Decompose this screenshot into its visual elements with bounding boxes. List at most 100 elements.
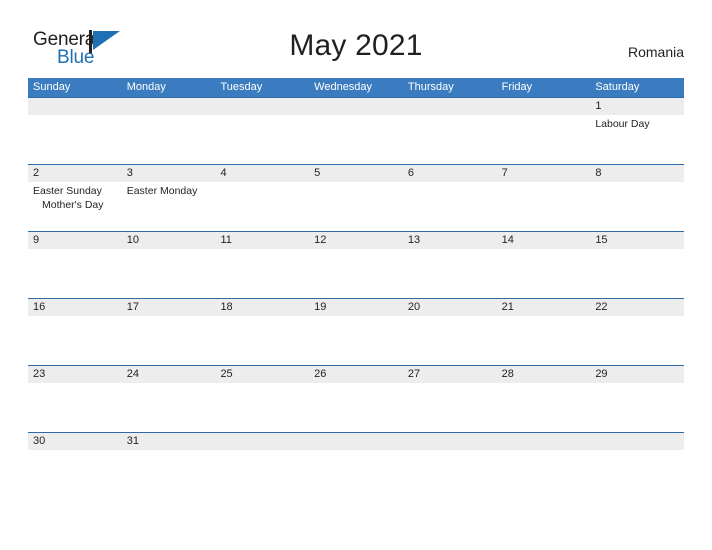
- day-number-11[interactable]: 11: [215, 232, 309, 249]
- day-number-empty: [309, 433, 403, 450]
- day-cell-7[interactable]: [497, 182, 591, 231]
- day-cell-27[interactable]: [403, 383, 497, 432]
- day-cell-30[interactable]: [28, 450, 122, 466]
- day-number-31[interactable]: 31: [122, 433, 216, 450]
- day-number-15[interactable]: 15: [590, 232, 684, 249]
- day-number-10[interactable]: 10: [122, 232, 216, 249]
- day-number-empty: [215, 98, 309, 115]
- day-cell-13[interactable]: [403, 249, 497, 298]
- day-number-14[interactable]: 14: [497, 232, 591, 249]
- day-number-12[interactable]: 12: [309, 232, 403, 249]
- day-number-22[interactable]: 22: [590, 299, 684, 316]
- day-number-29[interactable]: 29: [590, 366, 684, 383]
- weekday-header-row: Sunday Monday Tuesday Wednesday Thursday Frid…: [28, 78, 684, 97]
- day-number-8[interactable]: 8: [590, 165, 684, 182]
- day-number-27[interactable]: 27: [403, 366, 497, 383]
- day-number-28[interactable]: 28: [497, 366, 591, 383]
- day-number-30[interactable]: 30: [28, 433, 122, 450]
- day-cell-empty: [403, 115, 497, 164]
- day-cell-2[interactable]: Easter Sunday Mother's Day: [28, 182, 122, 231]
- weekday-header-friday: Friday: [501, 81, 533, 93]
- day-number-26[interactable]: 26: [309, 366, 403, 383]
- day-number-23[interactable]: 23: [28, 366, 122, 383]
- weekday-header-sunday: Sunday: [33, 81, 71, 93]
- week-daynumber-band: 23 24 25 26 27 28 29: [28, 366, 684, 383]
- day-number-20[interactable]: 20: [403, 299, 497, 316]
- day-cell-12[interactable]: [309, 249, 403, 298]
- weekday-header-tuesday: Tuesday: [220, 81, 263, 93]
- week-events-band: [28, 249, 684, 298]
- day-number-25[interactable]: 25: [215, 366, 309, 383]
- day-cell-24[interactable]: [122, 383, 216, 432]
- day-cell-31[interactable]: [122, 450, 216, 466]
- day-cell-19[interactable]: [309, 316, 403, 365]
- day-cell-5[interactable]: [309, 182, 403, 231]
- day-cell-6[interactable]: [403, 182, 497, 231]
- day-cell-16[interactable]: [28, 316, 122, 365]
- day-number-6[interactable]: 6: [403, 165, 497, 182]
- day-cell-empty: [215, 450, 309, 466]
- day-number-empty: [403, 98, 497, 115]
- day-cell-28[interactable]: [497, 383, 591, 432]
- day-cell-11[interactable]: [215, 249, 309, 298]
- day-cell-10[interactable]: [122, 249, 216, 298]
- day-number-5[interactable]: 5: [309, 165, 403, 182]
- day-cell-26[interactable]: [309, 383, 403, 432]
- day-number-empty: [497, 98, 591, 115]
- day-number-empty: [590, 433, 684, 450]
- day-number-4[interactable]: 4: [215, 165, 309, 182]
- page-title: May 2021: [289, 29, 423, 62]
- day-number-24[interactable]: 24: [122, 366, 216, 383]
- day-number-9[interactable]: 9: [28, 232, 122, 249]
- day-cell-29[interactable]: [590, 383, 684, 432]
- calendar-grid: Sunday Monday Tuesday Wednesday Thursday Frid…: [28, 78, 684, 466]
- week-daynumber-band: 30 31: [28, 433, 684, 450]
- day-number-19[interactable]: 19: [309, 299, 403, 316]
- holiday-label: Mother's Day: [42, 199, 104, 211]
- weekday-header-saturday: Saturday: [595, 81, 640, 93]
- day-number-13[interactable]: 13: [403, 232, 497, 249]
- day-cell-25[interactable]: [215, 383, 309, 432]
- week-daynumber-band: 1: [28, 98, 684, 115]
- day-number-18[interactable]: 18: [215, 299, 309, 316]
- day-cell-22[interactable]: [590, 316, 684, 365]
- day-number-empty: [309, 98, 403, 115]
- day-cell-20[interactable]: [403, 316, 497, 365]
- day-cell-17[interactable]: [122, 316, 216, 365]
- day-number-17[interactable]: 17: [122, 299, 216, 316]
- day-cell-14[interactable]: [497, 249, 591, 298]
- day-number-empty: [122, 98, 216, 115]
- day-cell-23[interactable]: [28, 383, 122, 432]
- day-number-21[interactable]: 21: [497, 299, 591, 316]
- day-cell-empty: [497, 450, 591, 466]
- weekday-header-monday: Monday: [126, 81, 166, 93]
- calendar-page: General Blue May 2021 Romania Sunday Mond…: [0, 0, 712, 550]
- day-cell-8[interactable]: [590, 182, 684, 231]
- day-cell-empty: [590, 450, 684, 466]
- day-cell-3[interactable]: Easter Monday: [122, 182, 216, 231]
- calendar-week-row: 30 31: [28, 432, 684, 466]
- calendar-week-row: 1 Labour Day: [28, 97, 684, 164]
- day-cell-empty: [122, 115, 216, 164]
- day-number-1[interactable]: 1: [590, 98, 684, 115]
- day-number-2[interactable]: 2: [28, 165, 122, 182]
- day-number-empty: [403, 433, 497, 450]
- day-cell-15[interactable]: [590, 249, 684, 298]
- country-label: Romania: [627, 44, 684, 60]
- day-cell-18[interactable]: [215, 316, 309, 365]
- weekday-header-wednesday: Wednesday: [314, 81, 373, 93]
- holiday-label: Easter Monday: [126, 185, 198, 197]
- day-cell-empty: [28, 115, 122, 164]
- day-number-3[interactable]: 3: [122, 165, 216, 182]
- week-daynumber-band: 2345678: [28, 165, 684, 182]
- calendar-week-row: 9 10 11 12 13 14 15: [28, 231, 684, 298]
- day-cell-4[interactable]: [215, 182, 309, 231]
- week-events-band: [28, 316, 684, 365]
- calendar-week-row: 2 3 4 5 6 7 8 Easter Sunday Mother's Day Easter M…: [28, 164, 684, 231]
- week-events-band: Easter Sunday Mother's Day Easter Monday: [28, 182, 684, 231]
- day-number-7[interactable]: 7: [497, 165, 591, 182]
- day-number-16[interactable]: 16: [28, 299, 122, 316]
- day-cell-21[interactable]: [497, 316, 591, 365]
- day-cell-1[interactable]: Labour Day: [590, 115, 684, 164]
- day-cell-9[interactable]: [28, 249, 122, 298]
